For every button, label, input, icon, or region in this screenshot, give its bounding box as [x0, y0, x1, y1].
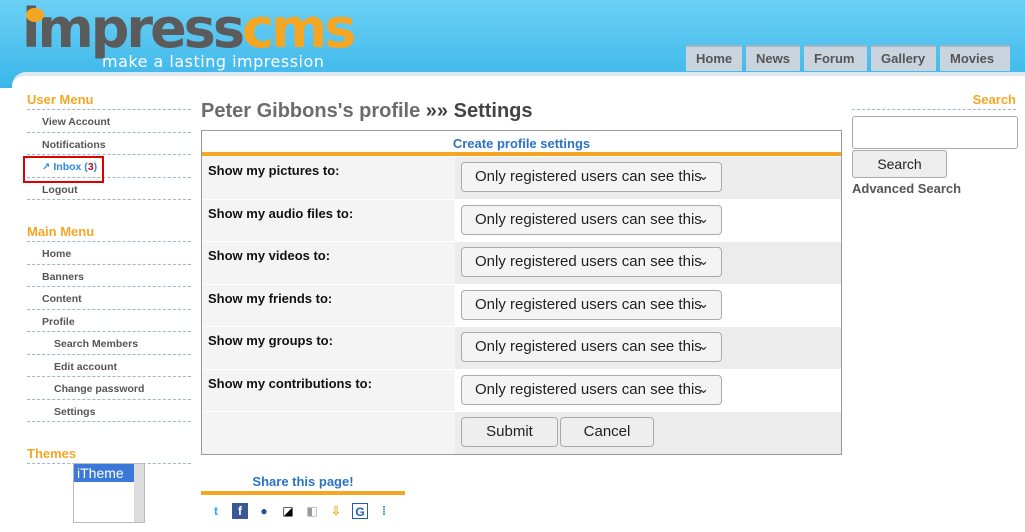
share-icons: t f ● ◪ ◧ ⇩ G ⁞	[208, 503, 400, 519]
profile-settings-form: Create profile settings Show my pictures…	[201, 130, 842, 455]
menu-item-home[interactable]: Home	[27, 242, 191, 265]
nav-tab-forum[interactable]: Forum	[804, 45, 867, 71]
row-label: Show my groups to:	[202, 327, 455, 369]
logo-dot	[26, 8, 44, 22]
settings-row: Show my contributions to: Only registere…	[202, 368, 841, 411]
themes-title: Themes	[27, 446, 191, 464]
logo-text-impress: impress	[22, 0, 245, 60]
row-label: Show my audio files to:	[202, 199, 455, 241]
form-actions-row: Submit Cancel	[202, 411, 841, 454]
videos-visibility-select[interactable]: Only registered users can see this ⌄	[461, 247, 722, 277]
page-title: Peter Gibbons's profile »» Settings	[201, 100, 533, 123]
nav-tab-home[interactable]: Home	[686, 45, 742, 71]
chevron-down-icon: ⌄	[698, 168, 709, 183]
menu-item-content[interactable]: Content	[27, 287, 191, 310]
row-label: Show my pictures to:	[202, 157, 455, 199]
form-rows: Show my pictures to: Only registered use…	[202, 156, 841, 454]
menu-item-view-account[interactable]: View Account	[27, 110, 191, 133]
menu-item-notifications[interactable]: Notifications	[27, 133, 191, 155]
site-logo[interactable]: impresscms make a lasting impression	[22, 2, 356, 72]
contributions-visibility-select[interactable]: Only registered users can see this ⌄	[461, 374, 722, 405]
settings-row: Show my videos to: Only registered users…	[202, 241, 841, 284]
share-divider	[201, 491, 405, 495]
left-sidebar: User Menu View Account Notifications ↗ In…	[23, 92, 191, 523]
row-label: Show my contributions to:	[202, 369, 455, 411]
user-menu-title: User Menu	[27, 92, 191, 110]
digg-icon[interactable]: ◧	[304, 503, 320, 519]
chevron-down-icon: ⌄	[698, 338, 709, 353]
download-icon[interactable]: ⇩	[328, 503, 344, 519]
menu-item-banners[interactable]: Banners	[27, 265, 191, 287]
menu-item-profile[interactable]: Profile	[27, 310, 191, 332]
audio-visibility-select[interactable]: Only registered users can see this ⌄	[461, 204, 722, 235]
top-navigation: Home News Forum Gallery Movies	[686, 45, 1014, 71]
chevron-down-icon: ⌄	[698, 210, 709, 226]
menu-item-change-password[interactable]: Change password	[27, 377, 191, 400]
logo-text-cms: cms	[241, 0, 356, 60]
advanced-search-link[interactable]: Advanced Search	[852, 181, 961, 196]
chevron-down-icon: ⌄	[698, 295, 709, 311]
cancel-button[interactable]: Cancel	[560, 417, 654, 447]
row-label: Show my friends to:	[202, 284, 455, 326]
settings-row: Show my friends to: Only registered user…	[202, 283, 841, 326]
stumble-icon[interactable]: ⁞	[376, 503, 392, 519]
form-header: Create profile settings	[202, 131, 841, 156]
twitter-icon[interactable]: t	[208, 503, 224, 519]
search-title: Search	[852, 92, 1016, 110]
chevron-down-icon: ⌄	[698, 380, 709, 396]
inbox-highlight-box	[23, 156, 104, 183]
settings-row: Show my groups to: Only registered users…	[202, 326, 841, 369]
menu-item-search-members[interactable]: Search Members	[27, 332, 191, 355]
breadcrumb-separator: »»	[420, 100, 454, 122]
settings-row: Show my audio files to: Only registered …	[202, 198, 841, 241]
google-icon[interactable]: G	[352, 503, 368, 519]
groups-visibility-select[interactable]: Only registered users can see this ⌄	[461, 332, 722, 362]
pictures-visibility-select[interactable]: Only registered users can see this ⌄	[461, 162, 722, 192]
theme-selector[interactable]: iTheme	[73, 463, 145, 523]
search-button[interactable]: Search	[852, 150, 947, 178]
friends-visibility-select[interactable]: Only registered users can see this ⌄	[461, 289, 722, 320]
nav-tab-movies[interactable]: Movies	[940, 45, 1010, 71]
submit-button[interactable]: Submit	[461, 417, 558, 447]
menu-item-edit-account[interactable]: Edit account	[27, 355, 191, 377]
search-input[interactable]	[852, 116, 1018, 149]
nav-tab-gallery[interactable]: Gallery	[871, 45, 936, 71]
facebook-icon[interactable]: f	[232, 503, 248, 519]
menu-item-settings[interactable]: Settings	[27, 400, 191, 422]
row-label: Show my videos to:	[202, 242, 455, 284]
main-menu-title: Main Menu	[27, 224, 191, 242]
nav-tab-news[interactable]: News	[746, 45, 800, 71]
settings-row: Show my pictures to: Only registered use…	[202, 156, 841, 199]
logo-tagline: make a lasting impression	[102, 52, 325, 71]
chevron-down-icon: ⌄	[698, 253, 709, 268]
share-title: Share this page!	[252, 474, 354, 489]
breadcrumb-profile[interactable]: Peter Gibbons's profile	[201, 100, 420, 122]
myspace-icon[interactable]: ●	[256, 503, 272, 519]
delicious-icon[interactable]: ◪	[280, 503, 296, 519]
theme-scrollbar[interactable]	[134, 464, 144, 522]
page-title-text: Settings	[453, 100, 533, 122]
